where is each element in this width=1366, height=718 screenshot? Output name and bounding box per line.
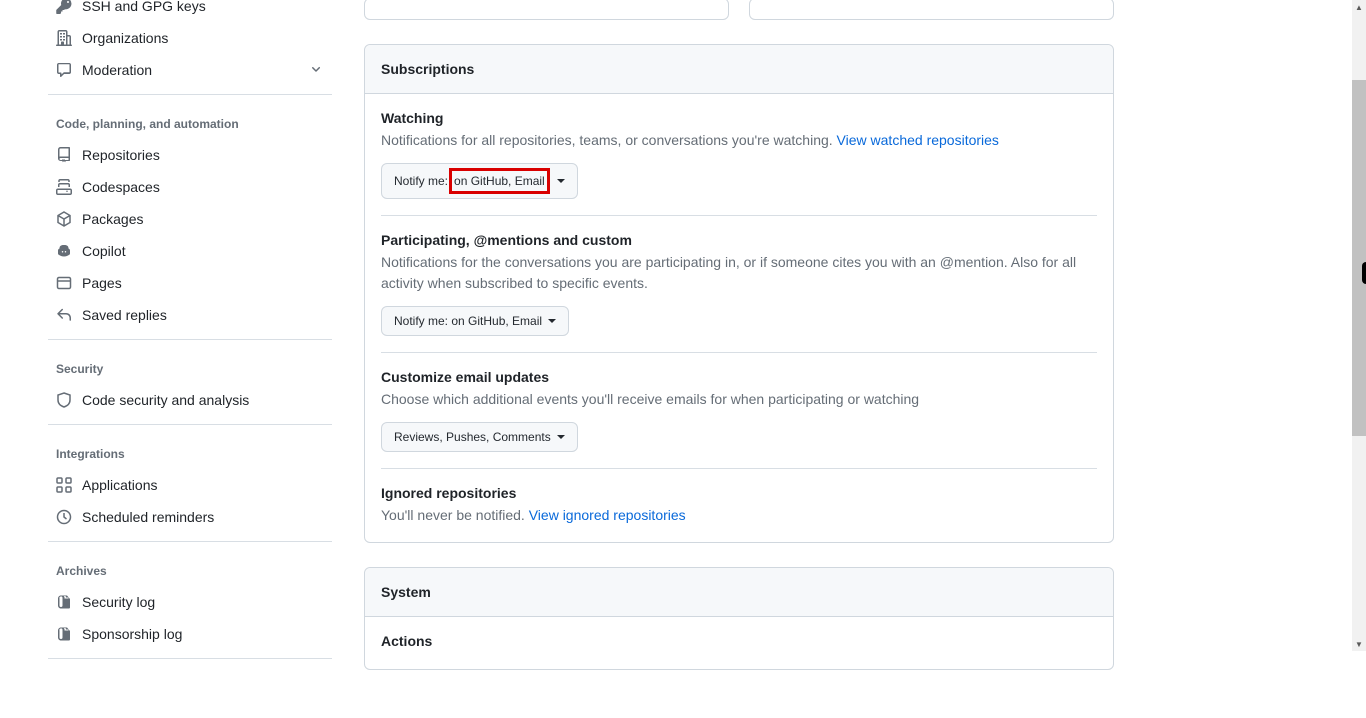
watching-section: Watching Notifications for all repositor… xyxy=(381,110,1097,215)
watching-desc: Notifications for all repositories, team… xyxy=(381,130,1097,151)
ignored-desc-text: You'll never be notified. xyxy=(381,507,529,523)
reply-icon xyxy=(56,307,72,323)
view-ignored-link[interactable]: View ignored repositories xyxy=(529,507,686,523)
participating-notify-dropdown[interactable]: Notify me: on GitHub, Email xyxy=(381,306,569,336)
sidebar-item-label: Applications xyxy=(82,477,158,493)
sidebar-heading-code: Code, planning, and automation xyxy=(48,113,332,135)
sidebar-item-label: Packages xyxy=(82,211,143,227)
ignored-desc: You'll never be notified. View ignored r… xyxy=(381,505,1097,526)
ignored-title: Ignored repositories xyxy=(381,485,1097,501)
scroll-thumb[interactable] xyxy=(1352,80,1366,436)
sidebar-item-label: Pages xyxy=(82,275,122,291)
sidebar-heading-security: Security xyxy=(48,358,332,380)
view-watched-link[interactable]: View watched repositories xyxy=(837,132,999,148)
participating-title: Participating, @mentions and custom xyxy=(381,232,1097,248)
sidebar-item-copilot[interactable]: Copilot xyxy=(48,235,332,267)
key-icon xyxy=(56,0,72,14)
customize-events-dropdown[interactable]: Reviews, Pushes, Comments xyxy=(381,422,578,452)
sidebar-item-saved-replies[interactable]: Saved replies xyxy=(48,299,332,331)
sidebar-item-security-log[interactable]: Security log xyxy=(48,586,332,618)
participating-section: Participating, @mentions and custom Noti… xyxy=(381,215,1097,352)
side-nub xyxy=(1362,262,1366,284)
main-content: Subscriptions Watching Notifications for… xyxy=(340,0,1138,718)
sidebar-item-applications[interactable]: Applications xyxy=(48,469,332,501)
sidebar-item-label: Sponsorship log xyxy=(82,626,182,642)
package-icon xyxy=(56,211,72,227)
divider xyxy=(48,424,332,425)
actions-title: Actions xyxy=(381,633,1097,649)
card-stub-right xyxy=(749,0,1114,20)
scrollbar[interactable]: ▲ ▼ xyxy=(1352,0,1366,651)
highlighted-value: on GitHub, Email xyxy=(449,168,550,194)
divider xyxy=(48,658,332,659)
divider xyxy=(48,339,332,340)
organization-icon xyxy=(56,30,72,46)
watching-notify-dropdown[interactable]: Notify me: on GitHub, Email xyxy=(381,163,578,199)
sidebar-item-ssh-keys[interactable]: SSH and GPG keys xyxy=(48,0,332,22)
participating-desc: Notifications for the conversations you … xyxy=(381,252,1097,294)
watching-desc-text: Notifications for all repositories, team… xyxy=(381,132,837,148)
sidebar-heading-integrations: Integrations xyxy=(48,443,332,465)
divider xyxy=(48,94,332,95)
repo-icon xyxy=(56,147,72,163)
sidebar-item-scheduled-reminders[interactable]: Scheduled reminders xyxy=(48,501,332,533)
subscriptions-header: Subscriptions xyxy=(365,45,1113,94)
sidebar-item-label: Scheduled reminders xyxy=(82,509,214,525)
sidebar-heading-archives: Archives xyxy=(48,560,332,582)
sidebar-item-organizations[interactable]: Organizations xyxy=(48,22,332,54)
ignored-section: Ignored repositories You'll never be not… xyxy=(381,468,1097,526)
sidebar-item-label: Code security and analysis xyxy=(82,392,249,408)
scroll-up-button[interactable]: ▲ xyxy=(1352,0,1366,14)
codespaces-icon xyxy=(56,179,72,195)
system-panel: System Actions xyxy=(364,567,1114,670)
notify-prefix: Notify me: xyxy=(394,171,448,191)
sidebar-item-moderation[interactable]: Moderation xyxy=(48,54,332,86)
sidebar-item-codespaces[interactable]: Codespaces xyxy=(48,171,332,203)
sidebar-item-label: Moderation xyxy=(82,62,152,78)
sidebar-item-label: Copilot xyxy=(82,243,126,259)
customize-desc: Choose which additional events you'll re… xyxy=(381,389,1097,410)
customize-title: Customize email updates xyxy=(381,369,1097,385)
card-stub-left xyxy=(364,0,729,20)
top-cards-row xyxy=(364,0,1114,20)
sidebar-item-sponsorship-log[interactable]: Sponsorship log xyxy=(48,618,332,650)
settings-sidebar: SSH and GPG keys Organizations Moderatio… xyxy=(0,0,340,718)
watching-title: Watching xyxy=(381,110,1097,126)
sidebar-item-repositories[interactable]: Repositories xyxy=(48,139,332,171)
shield-icon xyxy=(56,392,72,408)
log-icon xyxy=(56,594,72,610)
sidebar-item-label: Codespaces xyxy=(82,179,160,195)
subscriptions-panel: Subscriptions Watching Notifications for… xyxy=(364,44,1114,543)
scroll-down-button[interactable]: ▼ xyxy=(1352,637,1366,651)
chevron-down-icon xyxy=(308,61,324,80)
divider xyxy=(48,541,332,542)
sidebar-item-pages[interactable]: Pages xyxy=(48,267,332,299)
sidebar-item-label: Repositories xyxy=(82,147,160,163)
copilot-icon xyxy=(56,243,72,259)
customize-section: Customize email updates Choose which add… xyxy=(381,352,1097,468)
sidebar-item-code-security[interactable]: Code security and analysis xyxy=(48,384,332,416)
system-header: System xyxy=(365,568,1113,617)
comment-icon xyxy=(56,62,72,78)
sidebar-item-label: Security log xyxy=(82,594,155,610)
sidebar-item-packages[interactable]: Packages xyxy=(48,203,332,235)
browser-icon xyxy=(56,275,72,291)
sidebar-item-label: Organizations xyxy=(82,30,168,46)
sidebar-item-label: SSH and GPG keys xyxy=(82,0,206,14)
sidebar-item-label: Saved replies xyxy=(82,307,167,323)
apps-icon xyxy=(56,477,72,493)
log-icon xyxy=(56,626,72,642)
clock-icon xyxy=(56,509,72,525)
